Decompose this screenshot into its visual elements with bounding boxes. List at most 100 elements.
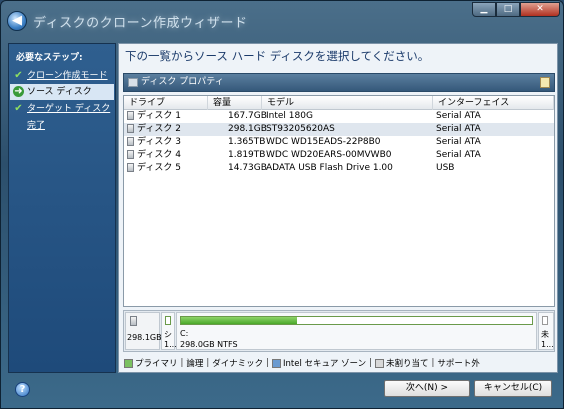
help-icon[interactable]: ? xyxy=(15,382,30,397)
disk-map: 298.1GB シ 1... C: 298.0GB NTFS 未 1... xyxy=(123,310,555,352)
interface-cell: USB xyxy=(436,163,455,173)
legend-separator: | xyxy=(369,358,373,368)
step-finish[interactable]: 完了 xyxy=(10,118,114,134)
disk-properties-label: ディスク プロパティ xyxy=(141,77,224,87)
partition-legend: プライマリ | 論理 | ダイナミック | Intel セキュア ゾーン | 未… xyxy=(124,357,480,369)
table-row[interactable]: ディスク 2 298.1GB ST93205620AS Serial ATA xyxy=(124,123,554,136)
legend-logical: 論理 xyxy=(186,359,204,369)
notes-icon[interactable] xyxy=(540,77,550,88)
legend-unsupported: サポート外 xyxy=(437,359,480,369)
next-button[interactable]: 次へ(N) > xyxy=(384,380,470,397)
model-cell: WDC WD15EADS-22P8B0 xyxy=(266,137,381,147)
legend-separator: | xyxy=(266,358,269,368)
legend-separator: | xyxy=(180,358,184,368)
drive-name: ディスク 3 xyxy=(137,137,181,147)
instruction-text: 下の一覧からソース ハード ディスクを選択してください。 xyxy=(125,49,430,63)
drive-cell: ディスク 3 xyxy=(127,136,181,149)
hard-disk-icon xyxy=(127,137,134,146)
column-header-drive[interactable]: ドライブ xyxy=(124,96,208,110)
step-label: 完了 xyxy=(27,121,46,131)
capacity-cell: 14.73GB xyxy=(228,163,267,173)
primary-swatch xyxy=(124,358,133,368)
partition-usage-bar xyxy=(542,316,548,325)
check-icon: ✔ xyxy=(14,103,23,114)
hard-disk-icon xyxy=(127,150,134,159)
legend-unallocated: 未割り当て xyxy=(386,359,429,369)
disk-map-size: 298.1GB xyxy=(127,333,162,342)
capacity-cell: 1.365TB xyxy=(228,137,266,147)
partition-label: シ xyxy=(164,330,172,339)
cancel-button[interactable]: キャンセル(C) xyxy=(474,380,552,397)
table-header: ドライブ 容量 モデル インターフェイス xyxy=(124,96,554,110)
hard-disk-icon xyxy=(127,124,134,133)
drive-cell: ディスク 2 xyxy=(127,123,181,136)
unallocated-swatch xyxy=(375,358,385,368)
interface-cell: Serial ATA xyxy=(436,137,481,147)
drive-cell: ディスク 1 xyxy=(127,110,181,123)
maximize-button[interactable]: □ xyxy=(496,2,520,17)
partition-label: 未 xyxy=(541,330,549,339)
main-panel: 下の一覧からソース ハード ディスクを選択してください。 ディスク プロパティ … xyxy=(118,43,558,373)
partition-info: 1... xyxy=(164,340,177,349)
step-source-disk[interactable]: ➜ ソース ディスク xyxy=(10,84,114,100)
table-row[interactable]: ディスク 4 1.819TB WDC WD20EARS-00MVWB0 Seri… xyxy=(124,149,554,162)
usb-drive-icon xyxy=(127,163,134,172)
window-title: ディスクのクローン作成ウィザード xyxy=(33,16,248,31)
capacity-cell: 298.1GB xyxy=(228,124,267,134)
column-header-capacity[interactable]: 容量 xyxy=(208,96,262,110)
interface-cell: Serial ATA xyxy=(436,150,481,160)
drive-cell: ディスク 5 xyxy=(127,162,181,175)
close-button[interactable]: ✕ xyxy=(520,2,560,17)
interface-cell: Serial ATA xyxy=(436,124,481,134)
window-controls: ▁ □ ✕ xyxy=(472,2,560,17)
legend-dynamic: ダイナミック xyxy=(212,359,264,369)
capacity-cell: 167.7GB xyxy=(228,111,267,121)
partition-system-reserved[interactable]: シ 1... xyxy=(161,312,177,350)
model-cell: WDC WD20EARS-00MVWB0 xyxy=(266,150,392,160)
sidebar-heading: 必要なステップ: xyxy=(16,53,83,63)
disk-table: ドライブ 容量 モデル インターフェイス ディスク 1 167.7GB Inte… xyxy=(123,95,555,307)
legend-separator: | xyxy=(431,358,435,368)
step-target-disk[interactable]: ✔ ターゲット ディスク xyxy=(10,101,114,117)
model-cell: Intel 180G xyxy=(266,111,313,121)
step-label: クローン作成モード xyxy=(27,71,108,81)
hard-disk-icon xyxy=(127,111,134,120)
arrow-right-icon: ➜ xyxy=(13,86,24,97)
table-row[interactable]: ディスク 1 167.7GB Intel 180G Serial ATA xyxy=(124,110,554,123)
partition-usage-bar xyxy=(165,316,171,325)
model-cell: ADATA USB Flash Drive 1.00 xyxy=(266,163,393,173)
drive-name: ディスク 2 xyxy=(137,124,181,134)
column-header-model[interactable]: モデル xyxy=(262,96,433,110)
minimize-button[interactable]: ▁ xyxy=(472,2,496,17)
intel-swatch xyxy=(272,358,281,368)
partition-unallocated[interactable]: 未 1... xyxy=(538,312,554,350)
check-icon: ✔ xyxy=(14,70,23,81)
footer-bar: ? 次へ(N) > キャンセル(C) xyxy=(8,375,558,403)
disk-icon xyxy=(128,78,138,87)
partition-info: 1... xyxy=(541,340,554,349)
step-label: ソース ディスク xyxy=(27,87,92,97)
step-clone-mode[interactable]: ✔ クローン作成モード xyxy=(10,68,114,84)
partition-usage-fill xyxy=(181,317,297,324)
table-row[interactable]: ディスク 3 1.365TB WDC WD15EADS-22P8B0 Seria… xyxy=(124,136,554,149)
disk-map-disk[interactable]: 298.1GB xyxy=(125,312,162,350)
legend-separator: | xyxy=(206,358,210,368)
title-bar: ◀ ディスクのクローン作成ウィザード ▁ □ ✕ xyxy=(1,1,564,43)
hard-disk-icon xyxy=(130,316,137,326)
drive-cell: ディスク 4 xyxy=(127,149,181,162)
partition-info: 298.0GB NTFS xyxy=(180,340,238,349)
interface-cell: Serial ATA xyxy=(436,111,481,121)
wizard-window: ◀ ディスクのクローン作成ウィザード ▁ □ ✕ 必要なステップ: ✔ クローン… xyxy=(0,0,564,409)
steps-sidebar: 必要なステップ: ✔ クローン作成モード ➜ ソース ディスク ✔ ターゲット … xyxy=(8,43,116,373)
back-arrow-icon[interactable]: ◀ xyxy=(7,11,27,31)
table-row[interactable]: ディスク 5 14.73GB ADATA USB Flash Drive 1.0… xyxy=(124,162,554,175)
partition-usage-bar xyxy=(180,316,533,325)
legend-primary: プライマリ xyxy=(135,359,178,369)
column-header-interface[interactable]: インターフェイス xyxy=(433,96,554,110)
disk-properties-button[interactable]: ディスク プロパティ xyxy=(123,73,555,92)
legend-intel: Intel セキュア ゾーン xyxy=(283,359,367,369)
drive-name: ディスク 4 xyxy=(137,150,181,160)
step-label: ターゲット ディスク xyxy=(27,104,111,114)
drive-name: ディスク 1 xyxy=(137,111,181,121)
partition-c[interactable]: C: 298.0GB NTFS xyxy=(176,312,537,350)
